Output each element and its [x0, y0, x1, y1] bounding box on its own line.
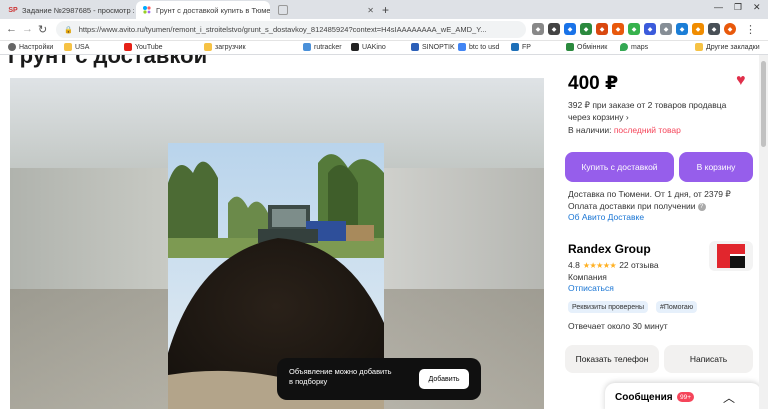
url-text: https://www.avito.ru/tyumen/remont_i_str… [78, 25, 487, 34]
scrollbar-thumb[interactable] [761, 61, 766, 147]
browser-tab-bar: SP Задание №2987685 - просмотр з ✕ Грунт… [0, 0, 768, 19]
show-phone-button[interactable]: Показать телефон [565, 345, 659, 373]
add-to-cart-button[interactable]: В корзину [679, 152, 753, 182]
seller-type: Компания [568, 272, 607, 282]
chevron-up-icon[interactable]: ︿ [723, 389, 735, 406]
close-icon[interactable]: ✕ [363, 6, 374, 15]
bookmark-usa[interactable]: USA [64, 43, 89, 51]
bookmark-rutracker[interactable]: rutracker [303, 43, 342, 51]
profile-avatar[interactable]: ◆ [724, 23, 736, 35]
extension-icon[interactable]: ◆ [676, 23, 688, 35]
minimize-icon[interactable]: — [714, 2, 723, 12]
google-icon [458, 43, 466, 51]
window-close-icon[interactable]: ✕ [753, 2, 761, 13]
avito-favicon-icon [142, 5, 152, 15]
bookmark-other[interactable]: Другие закладки [695, 43, 760, 51]
lock-icon: 🔒 [64, 26, 73, 34]
reload-icon[interactable]: ↻ [38, 23, 47, 36]
tab-label: Задание №2987685 - просмотр з [22, 5, 134, 15]
folder-icon [695, 43, 703, 51]
messages-count-badge: 99+ [677, 392, 695, 402]
messages-panel[interactable]: Сообщения 99+ ︿ [605, 383, 761, 409]
unsubscribe-link[interactable]: Отписаться [568, 283, 614, 293]
response-time: Отвечает около 30 минут [568, 321, 668, 331]
extension-icon[interactable]: ◆ [692, 23, 704, 35]
extension-icon[interactable]: ◆ [564, 23, 576, 35]
bookmark-settings[interactable]: Настройки [8, 43, 53, 51]
extension-icon[interactable]: ◆ [660, 23, 672, 35]
maximize-icon[interactable]: ❐ [734, 2, 742, 13]
tab-blank[interactable]: ✕ [272, 1, 380, 19]
site-icon [566, 43, 574, 51]
page-content: Грунт с доставкой 400 ₽ ♥ 392 ₽ при зака… [0, 55, 768, 409]
tab-label: Грунт с доставкой купить в Тюме [156, 5, 270, 15]
sp-favicon-icon: SP [8, 6, 18, 14]
new-tab-icon[interactable]: + [382, 3, 389, 17]
extension-icon[interactable]: ◆ [580, 23, 592, 35]
bookmark-uakino[interactable]: UAKino [351, 43, 386, 51]
delivery-info: Доставка по Тюмени. От 1 дня, от 2379 ₽ … [568, 189, 731, 211]
extension-icon[interactable]: ◆ [644, 23, 656, 35]
extension-icon[interactable]: ◆ [628, 23, 640, 35]
favorite-heart-icon[interactable]: ♥ [736, 72, 746, 90]
bookmark-sinoptik[interactable]: SINOPTIK [411, 43, 455, 51]
site-icon [511, 43, 519, 51]
chevron-right-icon: › [625, 112, 629, 122]
site-icon [303, 43, 311, 51]
extension-icon[interactable]: ◆ [596, 23, 608, 35]
rating-stars-icon: ★★★★★ [582, 260, 617, 270]
youtube-icon [124, 43, 132, 51]
availability: В наличии: последний товар [568, 125, 681, 135]
messages-label: Сообщения [615, 392, 673, 403]
about-delivery-link[interactable]: Об Авито Доставке [568, 212, 644, 222]
bookmark-fp[interactable]: FP [511, 43, 531, 51]
forward-icon[interactable]: → [22, 23, 33, 35]
buy-with-delivery-button[interactable]: Купить с доставкой [565, 152, 674, 182]
site-icon [351, 43, 359, 51]
back-icon[interactable]: ← [6, 23, 17, 35]
extension-icon[interactable]: ◆ [612, 23, 624, 35]
bookmark-exchanger[interactable]: Обмінник [566, 43, 607, 51]
bookmarks-bar: Настройки USA YouTube загрузчик rutracke… [0, 41, 768, 55]
address-bar-row: ← → ↻ 🔒 https://www.avito.ru/tyumen/remo… [0, 19, 768, 41]
seller-rating[interactable]: 4.8 ★★★★★ 22 отзыва [568, 260, 659, 270]
site-icon [411, 43, 419, 51]
bookmark-downloader[interactable]: загрузчик [204, 43, 246, 51]
badge-helping: #Помогаю [656, 301, 698, 313]
page-title: Грунт с доставкой [8, 55, 208, 68]
page-scrollbar[interactable] [759, 55, 768, 409]
bookmark-youtube[interactable]: YouTube [124, 43, 163, 51]
add-to-collection-button[interactable]: Добавить [419, 369, 469, 389]
bookmark-btc[interactable]: btc to usd [458, 43, 499, 51]
price: 400 ₽ [568, 73, 619, 94]
tab-avito[interactable]: Грунт с доставкой купить в Тюме ✕ [136, 1, 270, 19]
extension-icon[interactable]: ◆ [532, 23, 544, 35]
seller-logo[interactable] [709, 241, 753, 271]
map-pin-icon [620, 43, 628, 51]
menu-icon[interactable]: ⋮ [745, 23, 756, 36]
folder-icon [64, 43, 72, 51]
write-message-button[interactable]: Написать [664, 345, 753, 373]
tab-assignment[interactable]: SP Задание №2987685 - просмотр з ✕ [2, 1, 134, 19]
help-icon[interactable]: ? [697, 202, 706, 211]
folder-icon [204, 43, 212, 51]
bookmark-maps[interactable]: maps [620, 43, 648, 51]
page-favicon-icon [278, 5, 288, 15]
seller-name[interactable]: Randex Group [568, 242, 651, 256]
url-input[interactable]: 🔒 https://www.avito.ru/tyumen/remont_i_s… [56, 21, 526, 38]
extension-icon[interactable]: ◆ [708, 23, 720, 35]
gear-icon [8, 43, 16, 51]
extension-icon[interactable]: ◆ [548, 23, 560, 35]
bundle-price-note[interactable]: 392 ₽ при заказе от 2 товаров продавца ч… [568, 99, 746, 123]
badge-verified-details: Реквизиты проверены [568, 301, 649, 313]
